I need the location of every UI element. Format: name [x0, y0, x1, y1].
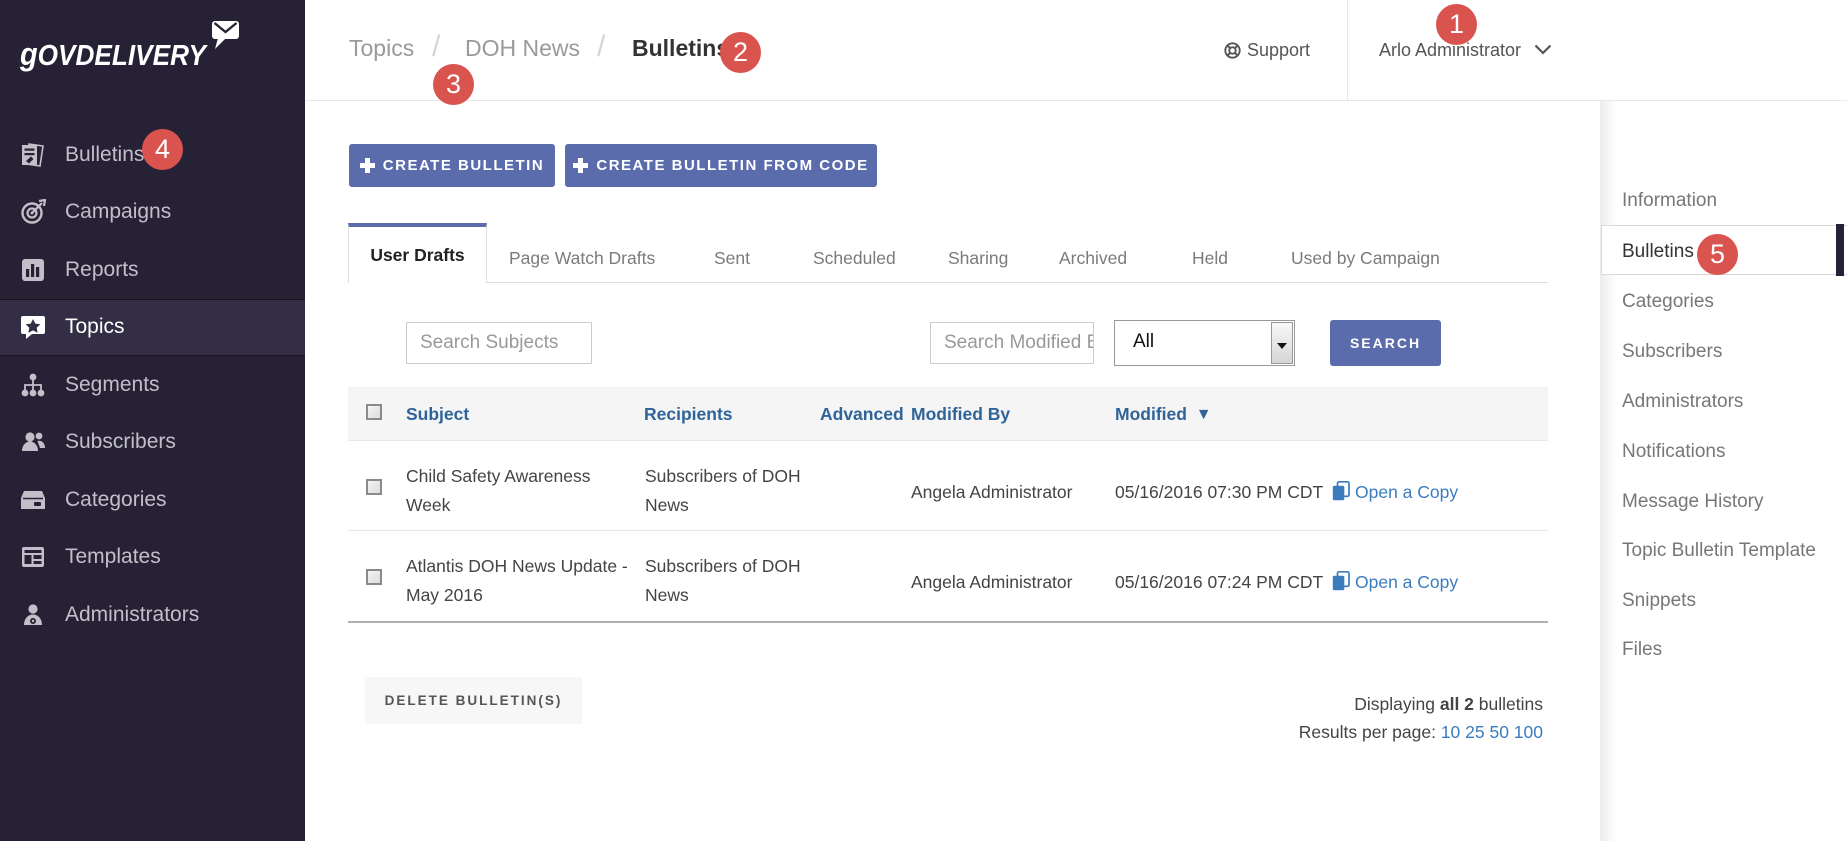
svg-text:gOVDELIVERY: gOVDELIVERY [20, 36, 208, 72]
